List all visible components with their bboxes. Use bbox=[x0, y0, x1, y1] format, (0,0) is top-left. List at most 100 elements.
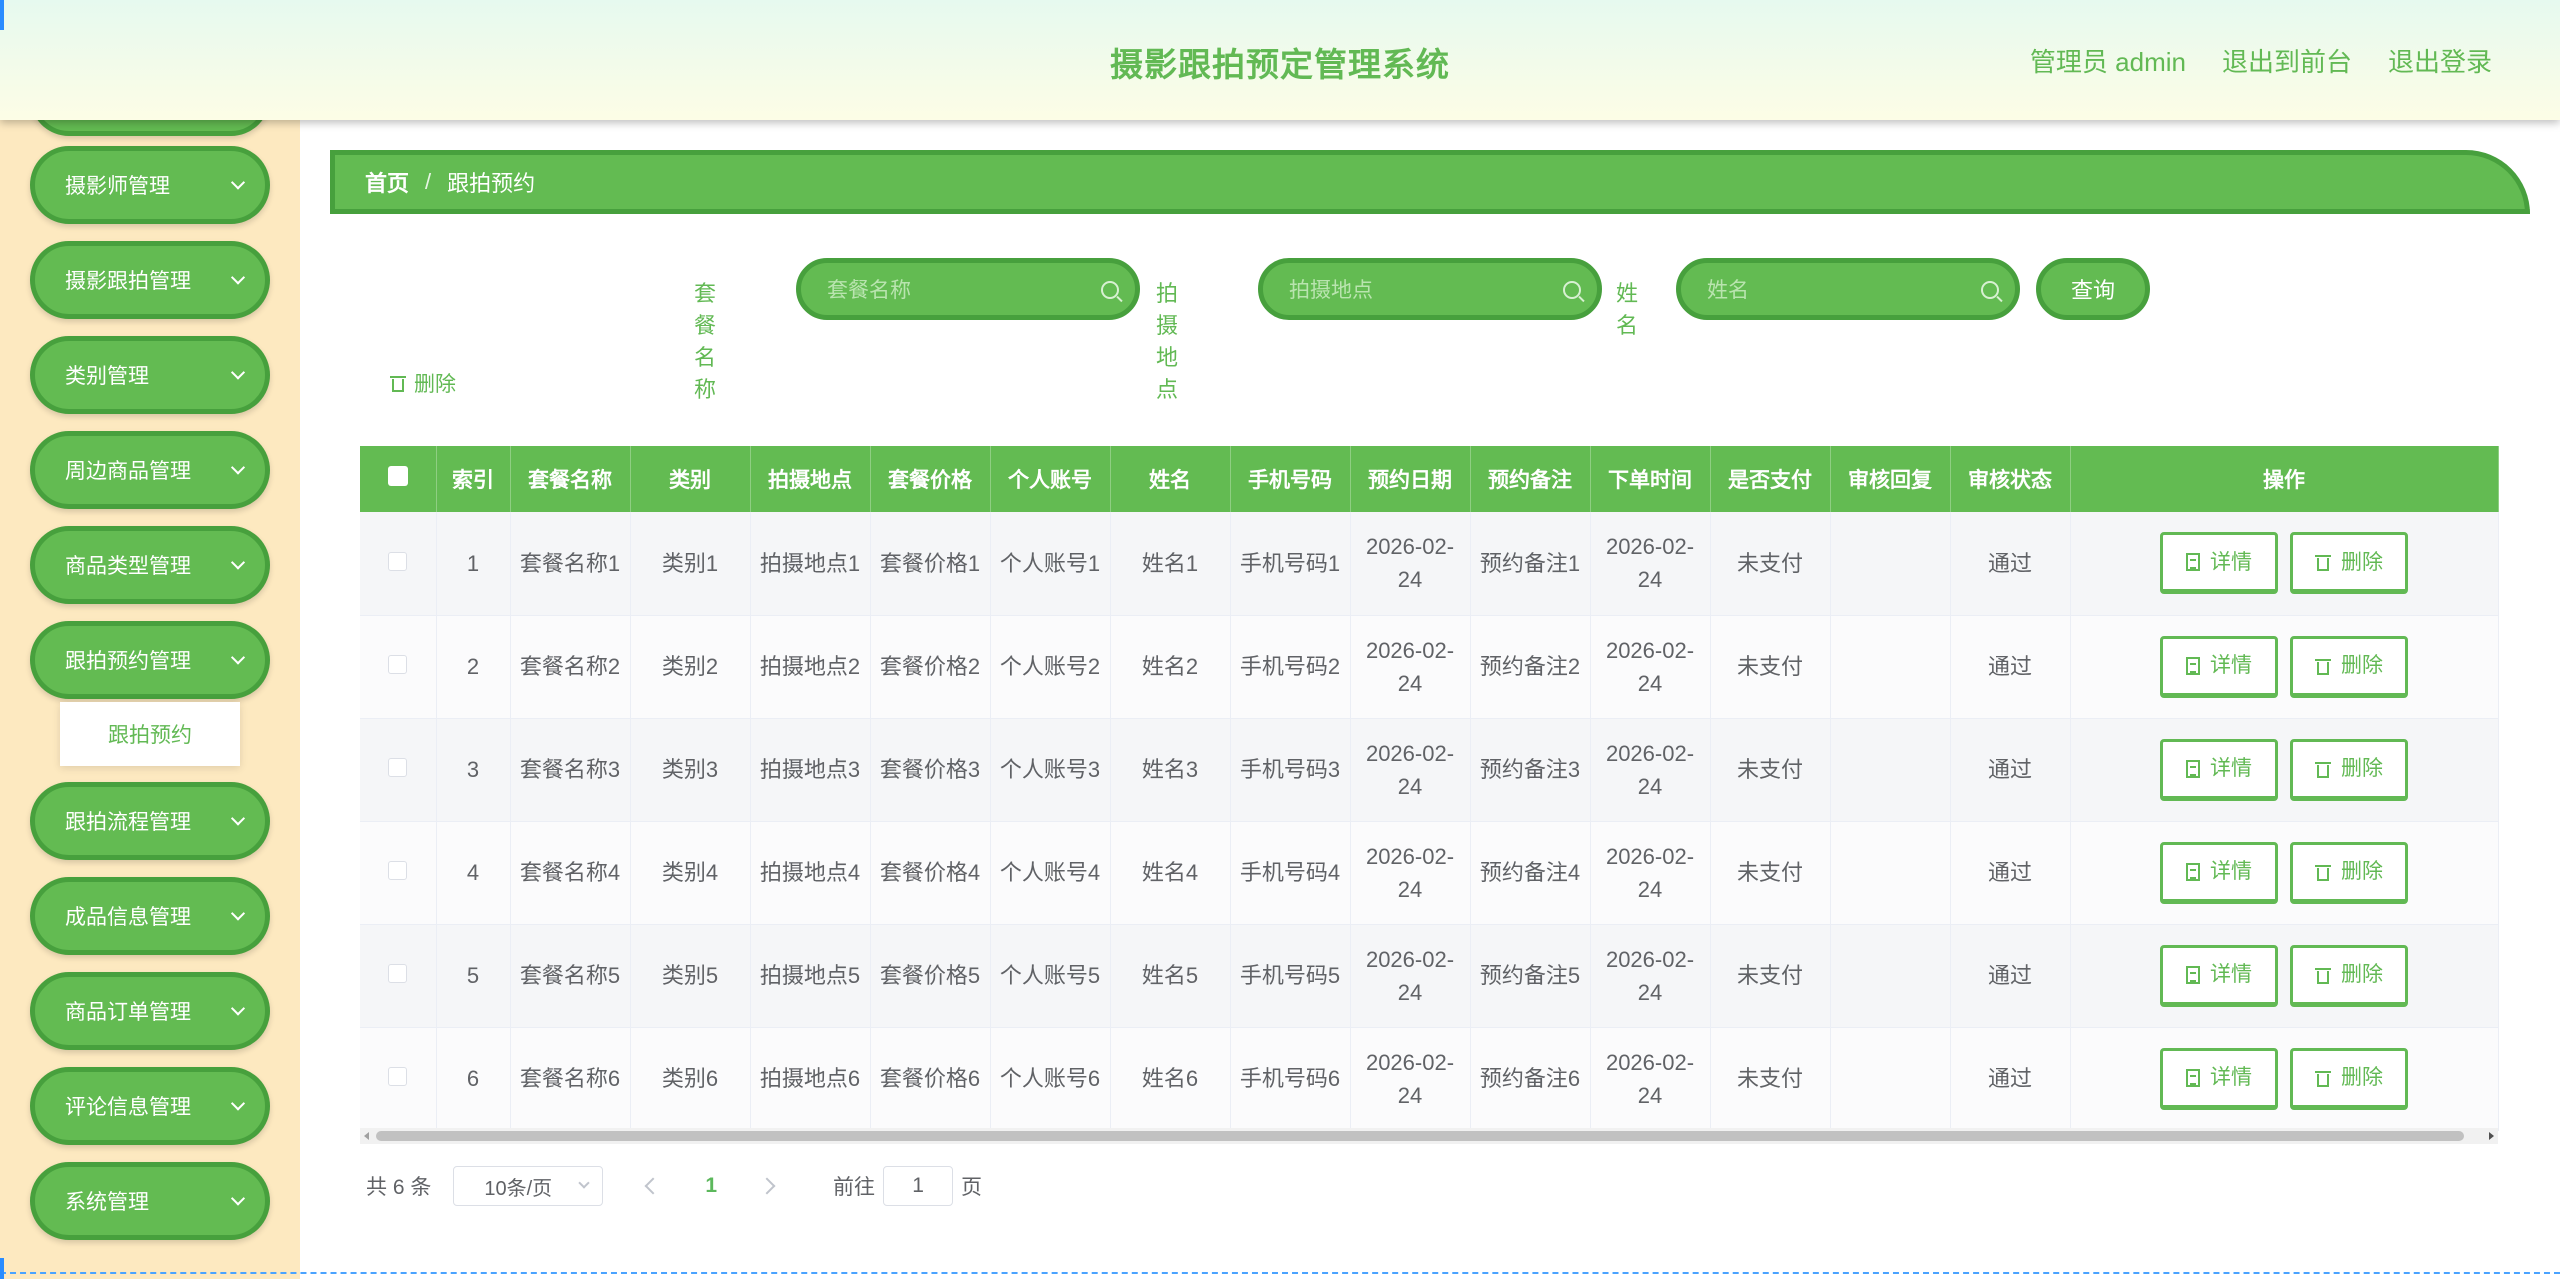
scrollbar-thumb[interactable] bbox=[376, 1131, 2464, 1141]
breadcrumb-home[interactable]: 首页 bbox=[365, 166, 409, 198]
detail-button[interactable]: 详情 bbox=[2160, 841, 2278, 904]
delete-button-label: 删除 bbox=[2341, 860, 2383, 883]
row-select-cell bbox=[360, 718, 437, 822]
detail-button[interactable]: 详情 bbox=[2160, 944, 2278, 1007]
delete-button[interactable]: 删除 bbox=[2290, 944, 2408, 1007]
name-cell: 姓名2 bbox=[1110, 615, 1231, 719]
chevron-down-icon bbox=[230, 906, 246, 921]
goto-page-input[interactable]: 1 bbox=[883, 1166, 954, 1206]
payment-status-cell: 未支付 bbox=[1710, 718, 1831, 822]
breadcrumb-separator: / bbox=[425, 169, 432, 194]
delete-button-label: 删除 bbox=[2341, 1066, 2383, 1089]
actions-cell: 详情 删除 bbox=[2070, 1027, 2499, 1131]
chevron-down-icon bbox=[230, 460, 246, 475]
booking-date-cell: 2026-02-24 bbox=[1350, 512, 1471, 616]
sidebar-item-system[interactable]: 系统管理 bbox=[30, 1162, 270, 1240]
row-checkbox[interactable] bbox=[388, 861, 408, 880]
sidebar-subitem-booking[interactable]: 跟拍预约 bbox=[60, 702, 240, 766]
package-price-cell: 套餐价格3 bbox=[870, 718, 991, 822]
detail-button[interactable]: 详情 bbox=[2160, 738, 2278, 801]
review-reply-cell bbox=[1830, 821, 1951, 925]
column-header: 个人账号 bbox=[990, 446, 1111, 512]
name-cell: 姓名5 bbox=[1110, 924, 1231, 1028]
sidebar-item-peripheral-goods[interactable]: 周边商品管理 bbox=[30, 431, 270, 509]
column-header: 下单时间 bbox=[1590, 446, 1711, 512]
sidebar-item-booking[interactable]: 跟拍预约管理 bbox=[30, 621, 270, 699]
column-header: 预约备注 bbox=[1470, 446, 1591, 512]
admin-user-label[interactable]: 管理员 admin bbox=[2030, 42, 2186, 79]
column-header: 类别 bbox=[630, 446, 751, 512]
delete-button[interactable]: 删除 bbox=[2290, 1047, 2408, 1110]
package-price-cell: 套餐价格5 bbox=[870, 924, 991, 1028]
row-index: 5 bbox=[436, 924, 511, 1028]
order-time-cell: 2026-02-24 bbox=[1590, 718, 1711, 822]
row-checkbox[interactable] bbox=[388, 964, 408, 983]
current-page[interactable]: 1 bbox=[705, 1174, 717, 1198]
payment-status-cell: 未支付 bbox=[1710, 924, 1831, 1028]
category-cell: 类别2 bbox=[630, 615, 751, 719]
exit-to-front-link[interactable]: 退出到前台 bbox=[2222, 42, 2352, 79]
scroll-left-icon[interactable] bbox=[364, 1132, 369, 1140]
package-name-input[interactable]: 套餐名称 bbox=[796, 258, 1140, 320]
review-status-cell: 通过 bbox=[1950, 615, 2071, 719]
bottom-dashed-line bbox=[0, 1272, 2560, 1274]
package-name-cell: 套餐名称1 bbox=[510, 512, 631, 616]
sidebar-item-process[interactable]: 跟拍流程管理 bbox=[30, 782, 270, 860]
column-header: 手机号码 bbox=[1230, 446, 1351, 512]
table-row: 6 套餐名称6 类别6 拍摄地点6 套餐价格6 个人账号6 姓名6 手机号码6 2026-02-… bbox=[360, 1027, 2499, 1131]
location-cell: 拍摄地点5 bbox=[750, 924, 871, 1028]
detail-button-label: 详情 bbox=[2210, 757, 2252, 780]
row-checkbox[interactable] bbox=[388, 655, 408, 674]
logout-link[interactable]: 退出登录 bbox=[2388, 42, 2492, 79]
detail-button[interactable]: 详情 bbox=[2160, 1047, 2278, 1110]
page-size-select[interactable]: 10条/页 bbox=[453, 1166, 604, 1206]
row-checkbox[interactable] bbox=[388, 1067, 408, 1086]
next-page-icon[interactable] bbox=[758, 1177, 776, 1195]
detail-button[interactable]: 详情 bbox=[2160, 635, 2278, 698]
page-size-value: 10条/页 bbox=[484, 1177, 553, 1200]
chevron-down-icon bbox=[230, 555, 246, 570]
sidebar-item-category[interactable]: 类别管理 bbox=[30, 336, 270, 414]
order-time-cell: 2026-02-24 bbox=[1590, 1027, 1711, 1131]
scroll-right-icon[interactable] bbox=[2489, 1132, 2494, 1140]
row-checkbox[interactable] bbox=[388, 758, 408, 777]
sidebar-item-orders[interactable]: 商品订单管理 bbox=[30, 972, 270, 1050]
order-time-cell: 2026-02-24 bbox=[1590, 615, 1711, 719]
booking-date-cell: 2026-02-24 bbox=[1350, 718, 1471, 822]
name-input[interactable]: 姓名 bbox=[1676, 258, 2020, 320]
delete-button-label: 删除 bbox=[2341, 963, 2383, 986]
batch-delete-button[interactable]: 删除 bbox=[390, 368, 456, 398]
location-cell: 拍摄地点6 bbox=[750, 1027, 871, 1131]
delete-button[interactable]: 删除 bbox=[2290, 841, 2408, 904]
row-index: 6 bbox=[436, 1027, 511, 1131]
sidebar-item-label: 系统管理 bbox=[65, 1191, 149, 1214]
sidebar-item-goods-type[interactable]: 商品类型管理 bbox=[30, 526, 270, 604]
document-icon bbox=[2186, 1068, 2200, 1087]
payment-status-cell: 未支付 bbox=[1710, 821, 1831, 925]
delete-button-label: 删除 bbox=[2341, 550, 2383, 574]
delete-button[interactable]: 删除 bbox=[2290, 635, 2408, 698]
prev-page-icon[interactable] bbox=[644, 1177, 662, 1195]
horizontal-scrollbar[interactable] bbox=[360, 1128, 2498, 1144]
query-button[interactable]: 查询 bbox=[2036, 258, 2150, 320]
chevron-down-icon bbox=[230, 365, 246, 380]
document-icon bbox=[2186, 553, 2200, 572]
column-header: 套餐名称 bbox=[510, 446, 631, 512]
sidebar: 摄影师管理 摄影跟拍管理 类别管理 周边商品管理 商品类型管理 跟拍预约管理 跟… bbox=[0, 58, 300, 1279]
delete-button[interactable]: 删除 bbox=[2290, 532, 2408, 595]
table-row: 2 套餐名称2 类别2 拍摄地点2 套餐价格2 个人账号2 姓名2 手机号码2 2026-02-… bbox=[360, 615, 2499, 719]
phone-cell: 手机号码2 bbox=[1230, 615, 1351, 719]
sidebar-item-comments[interactable]: 评论信息管理 bbox=[30, 1067, 270, 1145]
column-header: 审核回复 bbox=[1830, 446, 1951, 512]
location-input[interactable]: 拍摄地点 bbox=[1258, 258, 1602, 320]
select-all-checkbox[interactable] bbox=[387, 466, 408, 486]
detail-button[interactable]: 详情 bbox=[2160, 532, 2278, 595]
delete-button[interactable]: 删除 bbox=[2290, 738, 2408, 801]
window-edge-marker bbox=[0, 0, 4, 30]
column-header: 索引 bbox=[436, 446, 511, 512]
sidebar-item-product-info[interactable]: 成品信息管理 bbox=[30, 877, 270, 955]
review-reply-cell bbox=[1830, 924, 1951, 1028]
row-checkbox[interactable] bbox=[388, 551, 408, 571]
sidebar-item-photo-follow[interactable]: 摄影跟拍管理 bbox=[30, 241, 270, 319]
sidebar-item-photographer[interactable]: 摄影师管理 bbox=[30, 146, 270, 224]
